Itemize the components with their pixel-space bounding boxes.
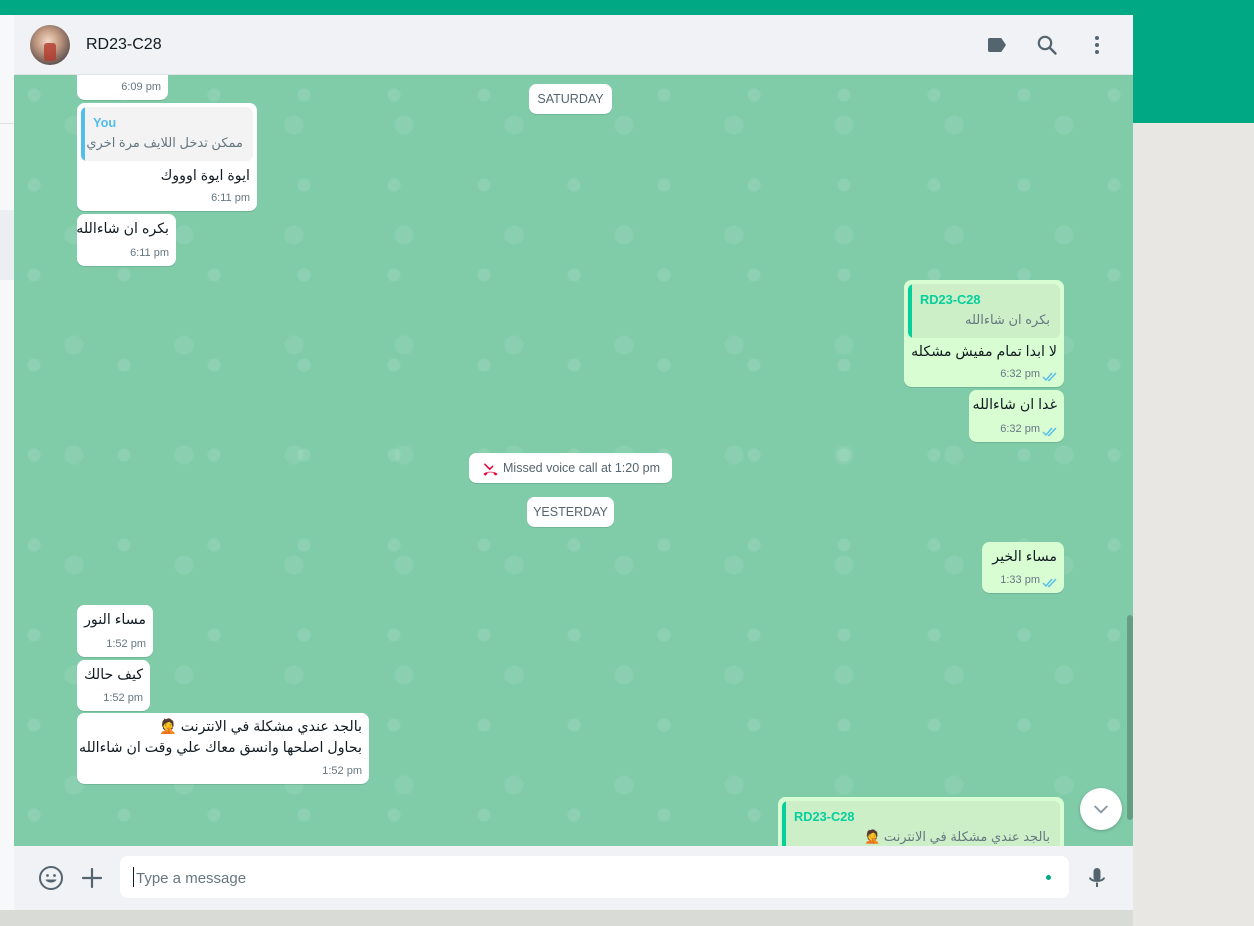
date-divider-yesterday: YESTERDAY <box>527 497 614 527</box>
message-time: 1:52 pm <box>322 765 362 777</box>
message-time: 6:32 pm <box>1000 423 1040 435</box>
quote-bar <box>81 107 85 161</box>
read-receipt-icon <box>1042 427 1057 437</box>
message-time: 1:52 pm <box>103 692 143 704</box>
quoted-message[interactable]: RD23-C28 بكره ان شاءالله <box>908 284 1060 338</box>
message-time: 6:11 pm <box>130 247 169 259</box>
background-panel <box>1133 123 1254 926</box>
message-text: ايوة ايوة اوووك <box>160 168 250 184</box>
message-time: 1:33 pm <box>1000 574 1040 586</box>
label-icon[interactable] <box>985 33 1009 57</box>
quote-text: ممكن تدخل اللايف مرة اخري <box>86 135 243 150</box>
message-input-box[interactable] <box>120 856 1069 900</box>
message-text: كيف حالك <box>83 667 143 683</box>
avatar[interactable] <box>30 25 70 65</box>
scroll-to-bottom-button[interactable] <box>1080 788 1122 830</box>
message-bubble-incoming[interactable]: You ممكن تدخل اللايف مرة اخري ايوة ايوة … <box>77 103 257 211</box>
message-time: 6:11 pm <box>211 192 250 204</box>
message-bubble-incoming[interactable]: بالجد عندي مشكلة في الانترنت 🤦 بحاول اصل… <box>77 713 369 784</box>
search-icon[interactable] <box>1035 33 1059 57</box>
emoji-icon[interactable] <box>38 865 64 891</box>
date-divider-saturday: SATURDAY <box>529 84 612 114</box>
chat-list-edge <box>0 15 15 910</box>
composer <box>14 846 1133 910</box>
message-bubble-incoming[interactable]: 6:09 pm <box>77 75 168 100</box>
message-text-line-2: بحاول اصلحها وانسق معاك علي وقت ان شاءال… <box>79 740 362 756</box>
conversation-header[interactable]: RD23-C28 <box>14 15 1133 75</box>
message-text: بكره ان شاءالله <box>76 221 169 237</box>
message-text: لا ابدا تمام مفيش مشكله <box>911 344 1057 360</box>
message-text: غدا ان شاءالله <box>972 397 1057 413</box>
message-text: مساء الخير <box>992 549 1057 565</box>
message-bubble-incoming[interactable]: كيف حالك 1:52 pm <box>77 660 150 711</box>
message-bubble-outgoing[interactable]: غدا ان شاءالله 6:32 pm <box>969 390 1064 442</box>
missed-call-text: Missed voice call at 1:20 pm <box>503 461 661 475</box>
contact-name[interactable]: RD23-C28 <box>86 36 162 54</box>
message-bubble-outgoing[interactable]: RD23-C28 بالجد عندي مشكلة في الانترنت 🤦 <box>778 797 1064 846</box>
conversation-panel: RD23-C28 6:09 pm SATURDAY You ممكن تدخل … <box>14 15 1133 910</box>
message-bubble-outgoing[interactable]: RD23-C28 بكره ان شاءالله لا ابدا تمام مف… <box>904 280 1064 387</box>
chat-list-divider <box>0 123 14 124</box>
read-receipt-icon <box>1042 578 1057 588</box>
quote-bar <box>782 801 786 846</box>
missed-call-icon <box>483 463 498 476</box>
quote-sender: You <box>93 115 117 130</box>
message-time: 6:32 pm <box>1000 368 1040 380</box>
message-input[interactable] <box>134 856 1038 900</box>
text-caret <box>133 867 134 887</box>
scrollbar[interactable] <box>1127 615 1133 820</box>
message-list[interactable]: 6:09 pm SATURDAY You ممكن تدخل اللايف مر… <box>14 75 1133 846</box>
quote-text: بكره ان شاءالله <box>965 312 1050 327</box>
message-text-line-1: بالجد عندي مشكلة في الانترنت 🤦 <box>159 719 362 735</box>
message-bubble-outgoing[interactable]: مساء الخير 1:33 pm <box>982 542 1064 593</box>
missed-call-notice: Missed voice call at 1:20 pm <box>469 453 672 483</box>
quoted-message[interactable]: RD23-C28 بالجد عندي مشكلة في الانترنت 🤦 <box>782 801 1060 846</box>
chevron-down-icon <box>1094 805 1108 814</box>
quote-sender: RD23-C28 <box>920 292 981 307</box>
message-time: 1:52 pm <box>106 638 146 650</box>
message-time: 6:09 pm <box>121 81 161 93</box>
read-receipt-icon <box>1042 372 1057 382</box>
message-bubble-incoming[interactable]: بكره ان شاءالله 6:11 pm <box>76 214 176 266</box>
message-text: مساء النور <box>84 612 146 628</box>
microphone-icon[interactable] <box>1084 865 1110 891</box>
chat-list-selected-item[interactable] <box>0 210 14 280</box>
message-bubble-incoming[interactable]: مساء النور 1:52 pm <box>77 605 153 657</box>
menu-icon[interactable] <box>1085 33 1109 57</box>
quoted-message[interactable]: You ممكن تدخل اللايف مرة اخري <box>81 107 253 161</box>
quote-sender: RD23-C28 <box>794 809 855 824</box>
quote-bar <box>908 284 912 338</box>
attach-plus-icon[interactable] <box>79 865 105 891</box>
quote-text: بالجد عندي مشكلة في الانترنت 🤦 <box>864 829 1050 844</box>
extension-indicator <box>1046 875 1051 880</box>
